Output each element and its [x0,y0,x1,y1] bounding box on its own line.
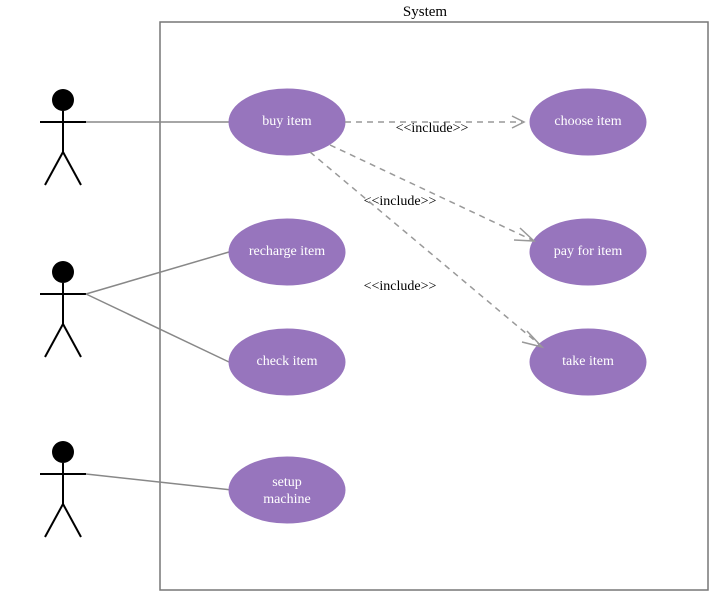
assoc-technician-setup [86,474,232,490]
actor-operator [40,261,86,357]
actor-customer [40,89,86,185]
usecase-choose-item-label: choose item [554,114,621,129]
usecase-recharge-item: recharge item [229,219,345,285]
usecase-setup-machine-label1: setup [272,475,302,490]
assoc-operator-check [86,294,229,362]
usecase-pay-for-item: pay for item [530,219,646,285]
include-label-1: <<include>> [396,121,469,136]
actor-technician [40,441,86,537]
usecase-setup-machine-label2: machine [263,492,310,507]
usecase-take-item: take item [530,329,646,395]
include-label-2: <<include>> [364,194,437,209]
usecase-diagram: System buy item recharge item ch [0,0,715,596]
usecase-check-item-label: check item [256,354,317,369]
usecase-buy-item: buy item [229,89,345,155]
arrow-pay-icon [514,228,534,241]
include-buy-pay [330,145,532,240]
usecase-recharge-item-label: recharge item [249,244,325,259]
include-label-3: <<include>> [364,279,437,294]
usecase-pay-for-item-label: pay for item [554,244,623,259]
system-title: System [403,4,448,20]
assoc-operator-recharge [86,252,229,294]
usecase-setup-machine: setup machine [229,457,345,523]
usecase-check-item: check item [229,329,345,395]
usecase-take-item-label: take item [562,354,614,369]
usecase-choose-item: choose item [530,89,646,155]
usecase-buy-item-label: buy item [262,114,311,129]
